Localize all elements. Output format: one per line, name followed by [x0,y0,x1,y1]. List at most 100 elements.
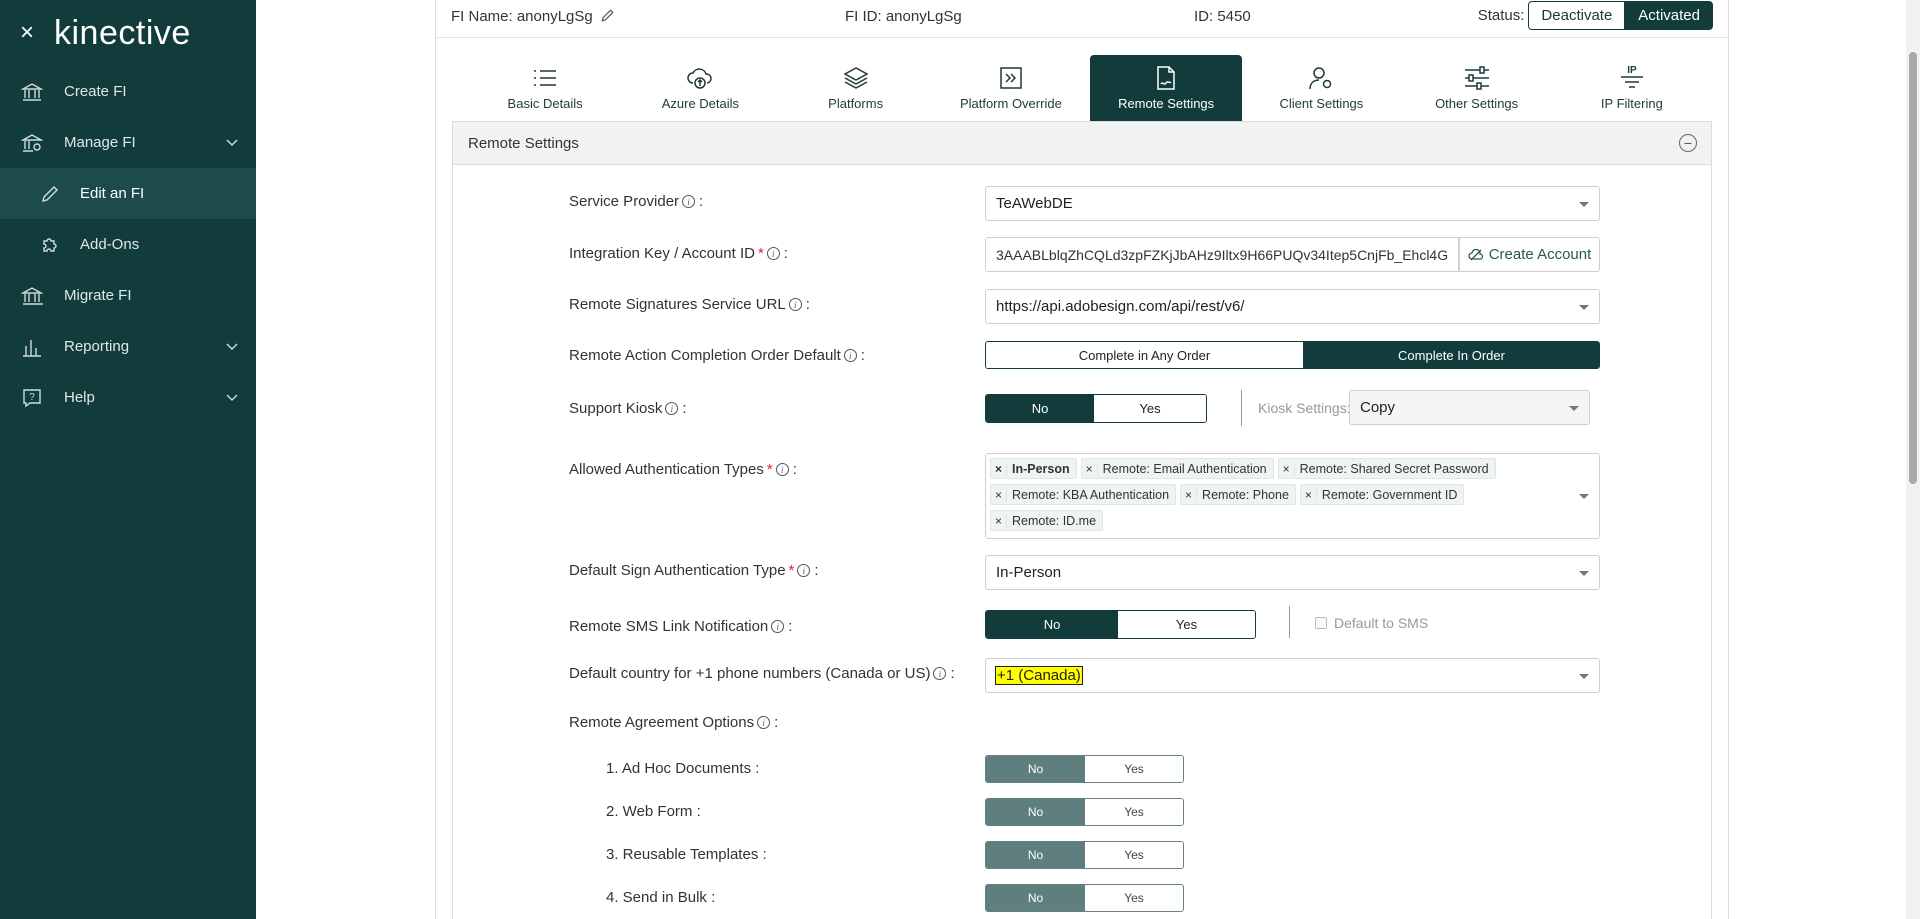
caret-down-icon [1569,406,1579,411]
ad-hoc-yes-option[interactable]: Yes [1085,756,1183,782]
tab-other-settings[interactable]: Other Settings [1401,55,1553,121]
reusable-templates-toggle: No Yes [985,841,1184,869]
chevron-down-icon [226,134,238,151]
default-sign-auth-select[interactable]: In-Person [985,555,1600,590]
kiosk-settings-select[interactable]: Copy [1349,390,1590,425]
web-form-yes-option[interactable]: Yes [1085,799,1183,825]
remove-tag-icon[interactable]: × [991,487,1007,502]
remove-tag-icon[interactable]: × [991,461,1007,476]
user-gear-icon [1308,62,1334,94]
row-sms-link: Remote SMS Link Notification i: No Yes De… [453,604,1711,644]
field-label: Default country for +1 phone numbers (Ca… [569,665,955,682]
tab-label: Platforms [828,96,884,111]
auth-types-multiselect[interactable]: × In-Person × Remote: Email Authentication… [985,453,1600,539]
chevron-down-icon [226,338,238,355]
scrollbar-thumb[interactable] [1909,52,1917,484]
sliders-icon [1463,62,1491,94]
kiosk-no-option[interactable]: No [986,395,1094,422]
tab-platforms[interactable]: Platforms [780,55,932,121]
ad-hoc-no-option[interactable]: No [986,756,1085,782]
info-icon[interactable]: i [766,247,780,260]
info-icon[interactable]: i [665,402,679,415]
sidebar-item-label: Edit an FI [80,185,145,202]
info-icon[interactable]: i [797,564,811,577]
row-support-kiosk: Support Kiosk i: No Yes Kiosk Settings: C… [453,386,1711,431]
sidebar-item-create-fi[interactable]: Create FI [0,66,256,117]
sidebar-item-migrate-fi[interactable]: Migrate FI [0,270,256,321]
tab-ip-filtering[interactable]: IP IP Filtering [1556,55,1708,121]
reusable-templates-no-option[interactable]: No [986,842,1085,868]
kiosk-yes-option[interactable]: Yes [1094,395,1206,422]
cloud-upload-icon [686,62,714,94]
tag-shared-secret: × Remote: Shared Secret Password [1277,458,1496,479]
complete-any-order-option[interactable]: Complete in Any Order [986,342,1304,368]
field-label: 2. Web Form : [606,803,701,820]
tab-remote-settings[interactable]: Remote Settings [1090,55,1243,121]
tab-client-settings[interactable]: Client Settings [1245,55,1397,121]
bank-icon [20,284,44,308]
remove-tag-icon[interactable]: × [1279,461,1295,476]
list-icon [532,62,558,94]
info-icon[interactable]: i [843,349,857,362]
sms-no-option[interactable]: No [986,611,1118,638]
tag-email-auth: × Remote: Email Authentication [1080,458,1274,479]
info-icon[interactable]: i [757,716,771,729]
row-default-sign-auth: Default Sign Authentication Type * i: In-P… [453,555,1711,590]
complete-in-order-option[interactable]: Complete In Order [1303,342,1599,368]
reusable-templates-yes-option[interactable]: Yes [1085,842,1183,868]
default-country-select[interactable]: +1 (Canada) [985,658,1600,693]
status-label: Status: [1477,7,1525,24]
kiosk-settings-label: Kiosk Settings: [1258,400,1351,416]
service-provider-select[interactable]: TeAWebDE [985,186,1600,221]
bank-gear-icon [20,131,44,155]
completion-order-toggle: Complete in Any Order Complete In Order [985,341,1600,369]
info-icon[interactable]: i [933,667,947,680]
send-bulk-no-option[interactable]: No [986,885,1085,911]
fi-numeric-id: ID: 5450 [1194,8,1251,25]
field-label: Default Sign Authentication Type * i: [569,562,819,579]
scrollbar-track[interactable] [1906,0,1920,919]
status-toggle: Status: Deactivate Activated [1478,1,1713,30]
send-bulk-yes-option[interactable]: Yes [1085,885,1183,911]
sms-yes-option[interactable]: Yes [1118,611,1255,638]
close-icon[interactable]: × [20,21,44,45]
remove-tag-icon[interactable]: × [1082,461,1098,476]
ad-hoc-toggle: No Yes [985,755,1184,783]
collapse-icon[interactable]: − [1679,134,1697,152]
sidebar-item-help[interactable]: ? Help [0,372,256,423]
remove-tag-icon[interactable]: × [1181,487,1198,502]
row-agreement-options: Remote Agreement Options i: [453,714,1711,734]
tab-azure-details[interactable]: Azure Details [624,55,776,121]
activated-button[interactable]: Activated [1625,1,1713,30]
web-form-no-option[interactable]: No [986,799,1085,825]
remove-tag-icon[interactable]: × [991,513,1007,528]
remove-tag-icon[interactable]: × [1301,487,1317,502]
deactivate-button[interactable]: Deactivate [1528,1,1626,30]
help-icon: ? [20,386,44,410]
bar-chart-icon [20,335,44,359]
row-send-bulk: 4. Send in Bulk : No Yes [453,884,1711,912]
info-icon[interactable]: i [771,620,785,633]
tab-basic-details[interactable]: Basic Details [469,55,621,121]
settings-tabs: Basic Details Azure Details Platforms Pl… [469,55,1711,121]
info-icon[interactable]: i [788,298,802,311]
sidebar: × kinective Create FI Manage FI Edit an … [0,0,256,919]
sidebar-item-edit-an-fi[interactable]: Edit an FI [0,168,256,219]
sidebar-item-manage-fi[interactable]: Manage FI [0,117,256,168]
default-to-sms-checkbox[interactable] [1315,617,1327,629]
sidebar-item-label: Create FI [64,83,127,100]
info-icon[interactable]: i [682,195,696,208]
sidebar-item-label: Reporting [64,338,130,355]
edit-pencil-icon[interactable] [600,8,615,23]
remote-url-select[interactable]: https://api.adobesign.com/api/rest/v6/ [985,289,1600,324]
sidebar-item-reporting[interactable]: Reporting [0,321,256,372]
integration-key-input[interactable] [985,237,1459,272]
tab-platform-override[interactable]: Platform Override [935,55,1087,121]
section-title: Remote Settings [468,134,579,152]
row-remote-url: Remote Signatures Service URL i: https://… [453,289,1711,324]
sidebar-item-label: Manage FI [64,134,136,151]
create-account-button[interactable]: Create Account [1459,237,1600,272]
ip-filter-icon: IP [1618,62,1646,94]
sidebar-item-add-ons[interactable]: Add-Ons [0,219,256,270]
info-icon[interactable]: i [775,463,789,476]
